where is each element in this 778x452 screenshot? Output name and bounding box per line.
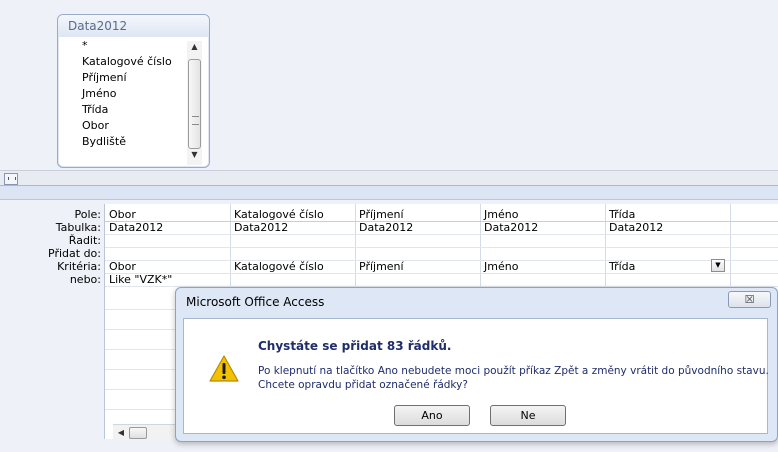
confirm-dialog: Microsoft Office Access ☒ Chystáte se př… bbox=[175, 287, 778, 442]
field-item[interactable]: Bydliště bbox=[58, 134, 191, 150]
field-item[interactable]: Katalogové číslo bbox=[58, 54, 191, 70]
grid-cell-pole[interactable]: Jméno bbox=[480, 208, 605, 221]
dialog-message: Chcete opravdu přidat označené řádky? bbox=[258, 379, 468, 391]
grid-cell-pridat-do[interactable]: Příjmení bbox=[355, 260, 480, 273]
grid-cell-tabulka[interactable]: Data2012 bbox=[480, 221, 605, 234]
yes-button[interactable]: Ano bbox=[394, 405, 470, 426]
grid-cell-kriteria[interactable]: Like "VZK*" bbox=[105, 273, 230, 286]
grid-cell-pridat-do[interactable]: Třída bbox=[605, 260, 705, 273]
grid-cell-pridat-do[interactable]: Katalogové číslo bbox=[230, 260, 355, 273]
no-button[interactable]: Ne bbox=[490, 405, 566, 426]
dialog-body: Chystáte se přidat 83 řádků. Po klepnutí… bbox=[183, 318, 769, 434]
grid-cell-pole[interactable]: Příjmení bbox=[355, 208, 480, 221]
dialog-message: Po klepnutí na tlačítko Ano nebudete moc… bbox=[258, 365, 769, 377]
pane-splitter[interactable] bbox=[0, 170, 778, 186]
grid-cell-tabulka[interactable]: Data2012 bbox=[230, 221, 355, 234]
grid-cell-tabulka[interactable]: Data2012 bbox=[105, 221, 230, 234]
row-label-radit: Řadit: bbox=[68, 234, 101, 247]
row-label-pridat: Přidat do: bbox=[48, 247, 101, 260]
field-item[interactable]: Třída bbox=[58, 102, 191, 118]
warning-icon bbox=[209, 355, 239, 382]
grid-cell-pridat-do[interactable]: Obor bbox=[105, 260, 230, 273]
query-design-area: Data2012 * Katalogové číslo Příjmení Jmé… bbox=[0, 0, 778, 170]
grid-cell-tabulka[interactable]: Data2012 bbox=[355, 221, 480, 234]
grid-cell-pole[interactable]: Obor bbox=[105, 208, 230, 221]
grid-cell-tabulka[interactable]: Data2012 bbox=[605, 221, 730, 234]
row-label-nebo: nebo: bbox=[69, 273, 101, 286]
chevron-down-icon[interactable]: ▼ bbox=[711, 259, 725, 272]
scroll-thumb[interactable] bbox=[129, 427, 147, 439]
table-title[interactable]: Data2012 bbox=[58, 15, 209, 37]
row-label-kriteria: Kritéria: bbox=[57, 260, 101, 273]
splitter-handle-icon[interactable] bbox=[4, 173, 18, 185]
row-label-pole: Pole: bbox=[74, 208, 101, 221]
table-field-list[interactable]: Data2012 * Katalogové číslo Příjmení Jmé… bbox=[57, 14, 210, 168]
grid-cell-pole[interactable]: Třída bbox=[605, 208, 730, 221]
scroll-thumb[interactable] bbox=[188, 59, 201, 149]
field-item[interactable]: Příjmení bbox=[58, 70, 191, 86]
scroll-down-icon[interactable]: ▼ bbox=[187, 149, 202, 161]
dialog-heading: Chystáte se přidat 83 řádků. bbox=[258, 339, 452, 353]
field-item[interactable]: Obor bbox=[58, 118, 191, 134]
field-item[interactable]: * bbox=[58, 38, 191, 54]
scroll-up-icon[interactable]: ▲ bbox=[187, 41, 202, 53]
row-label-tabulka: Tabulka: bbox=[55, 221, 101, 234]
scroll-left-icon[interactable]: ◀ bbox=[115, 425, 127, 440]
dialog-title: Microsoft Office Access bbox=[186, 295, 325, 309]
grid-header-band bbox=[0, 186, 778, 200]
grid-cell-pole[interactable]: Katalogové číslo bbox=[230, 208, 355, 221]
field-list-scrollbar[interactable]: ▲ ▼ bbox=[187, 41, 202, 165]
field-item[interactable]: Jméno bbox=[58, 86, 191, 102]
field-list: * Katalogové číslo Příjmení Jméno Třída … bbox=[58, 37, 191, 166]
close-icon[interactable]: ☒ bbox=[728, 291, 771, 308]
grid-cell-pridat-do[interactable]: Jméno bbox=[480, 260, 605, 273]
